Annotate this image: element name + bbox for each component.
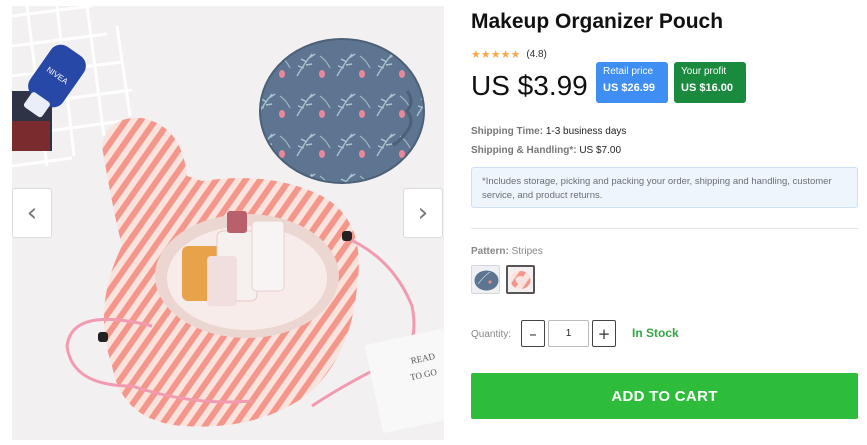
quantity-label: Quantity:	[471, 329, 512, 340]
product-price: US $3.99	[471, 70, 588, 101]
retail-price-badge: Retail price US $26.99	[596, 62, 668, 103]
profit-label: Your profit	[681, 66, 727, 77]
quantity-input[interactable]	[548, 320, 589, 347]
rating: ★★★★★ (4.8)	[471, 48, 547, 61]
shipping-time: Shipping Time: 1-3 business days	[471, 126, 626, 137]
product-image: NIVEA READ TO GO	[12, 6, 444, 440]
pattern-label: Pattern:	[471, 246, 509, 257]
divider	[471, 228, 858, 229]
pattern-swatch-floral[interactable]	[471, 265, 500, 294]
retail-price-label: Retail price	[603, 66, 654, 77]
pattern-swatch-stripes[interactable]	[506, 265, 535, 294]
shipping-handling: Shipping & Handling*: US $7.00	[471, 145, 621, 156]
shipping-handling-label: Shipping & Handling*:	[471, 145, 577, 156]
stock-status: In Stock	[632, 326, 679, 340]
star-rating-icon: ★★★★★	[471, 48, 521, 61]
pattern-selector-label: Pattern: Stripes	[471, 246, 543, 257]
floral-swatch-image	[472, 266, 499, 293]
shipping-handling-value: US $7.00	[579, 145, 622, 156]
stripes-swatch-image	[508, 267, 533, 292]
shipping-time-value: 1-3 business days	[545, 126, 627, 137]
rating-value: (4.8)	[526, 49, 547, 60]
previous-image-button[interactable]: ‹	[12, 188, 52, 238]
shipping-notice: *Includes storage, picking and packing y…	[471, 167, 858, 208]
shipping-time-label: Shipping Time:	[471, 126, 544, 137]
next-image-button[interactable]: ›	[403, 188, 443, 238]
add-to-cart-button[interactable]: ADD TO CART	[471, 373, 858, 419]
profit-value: US $16.00	[681, 82, 733, 94]
pattern-value: Stripes	[511, 246, 543, 257]
retail-price-value: US $26.99	[603, 82, 655, 94]
product-title: Makeup Organizer Pouch	[471, 10, 724, 33]
chevron-left-icon: ‹	[26, 198, 38, 228]
product-image-gallery: NIVEA READ TO GO ‹ ›	[12, 6, 444, 440]
quantity-increase-button[interactable]: +	[592, 320, 616, 347]
profit-badge: Your profit US $16.00	[674, 62, 746, 103]
chevron-right-icon: ›	[417, 198, 429, 228]
quantity-decrease-button[interactable]: –	[521, 320, 545, 347]
